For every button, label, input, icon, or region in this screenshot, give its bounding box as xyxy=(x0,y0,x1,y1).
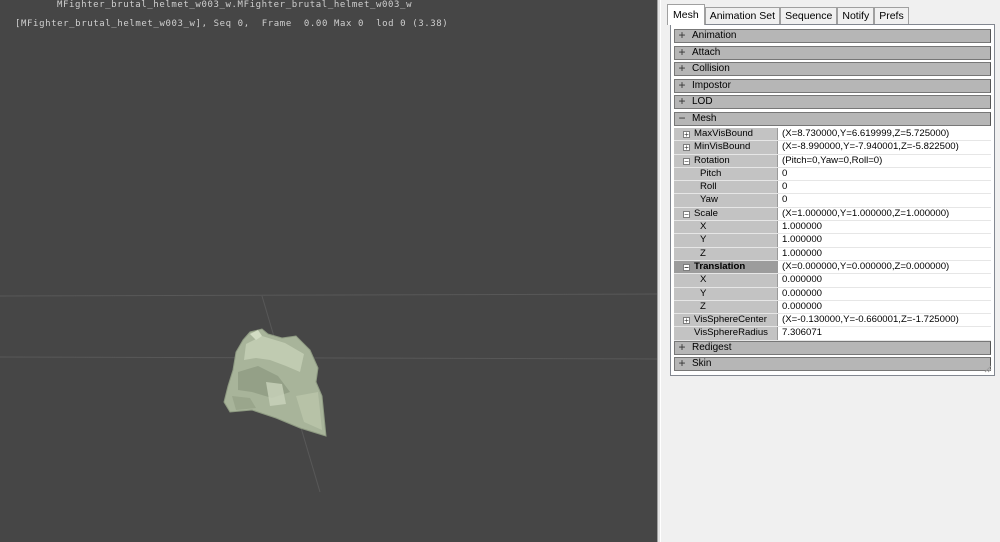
category-label: Animation xyxy=(692,30,737,41)
property-rotation-pitch[interactable]: Pitch 0 xyxy=(674,167,991,182)
property-value[interactable]: 0 xyxy=(782,194,787,207)
tab-sequence[interactable]: Sequence xyxy=(780,7,838,25)
sequence-info-overlay: [MFighter_brutal_helmet_w003_w], Seq 0, … xyxy=(15,19,449,29)
expand-plus-icon[interactable]: + xyxy=(677,357,687,369)
property-rotation-roll[interactable]: Roll 0 xyxy=(674,181,991,195)
category-label: Impostor xyxy=(692,79,731,91)
collapse-minus-icon[interactable]: − xyxy=(683,210,690,218)
category-mesh[interactable]: − Mesh xyxy=(674,111,991,126)
collapse-minus-icon[interactable]: − xyxy=(683,263,690,271)
property-vis-sphere-radius[interactable]: VisSphereRadius 7.306071 xyxy=(674,327,991,341)
property-min-vis-bound[interactable]: + MinVisBound (X=-8.990000,Y=-7.940001,Z… xyxy=(674,141,991,155)
property-name: MaxVisBound xyxy=(694,128,754,139)
tab-prefs[interactable]: Prefs xyxy=(874,7,909,25)
category-animation[interactable]: + Animation xyxy=(674,29,991,43)
expand-plus-icon[interactable]: + xyxy=(683,144,690,152)
property-name: Pitch xyxy=(700,167,722,179)
property-name: Translation xyxy=(694,260,746,272)
tab-notify[interactable]: Notify xyxy=(837,7,875,25)
category-lod[interactable]: + LOD xyxy=(674,95,991,109)
property-value[interactable]: (X=0.000000,Y=0.000000,Z=0.000000) xyxy=(782,261,949,274)
expand-plus-icon[interactable]: + xyxy=(677,46,687,58)
property-value[interactable]: 1.000000 xyxy=(782,234,822,247)
property-value[interactable]: 0.000000 xyxy=(782,288,822,301)
category-skin[interactable]: + Skin xyxy=(674,357,991,372)
expand-plus-icon[interactable]: + xyxy=(677,341,687,353)
grid-line-front xyxy=(0,356,657,360)
category-collision[interactable]: + Collision xyxy=(674,62,991,76)
property-value[interactable]: 0 xyxy=(782,181,787,194)
resize-grip-icon[interactable] xyxy=(984,365,992,373)
property-name: Roll xyxy=(700,181,717,193)
property-scale-y[interactable]: Y 1.000000 xyxy=(674,234,991,248)
property-translation-y[interactable]: Y 0.000000 xyxy=(674,287,991,301)
property-name: Z xyxy=(700,247,706,259)
property-grid[interactable]: + Animation + Attach + Collision + Impos… xyxy=(670,24,995,376)
property-scale[interactable]: − Scale (X=1.000000,Y=1.000000,Z=1.00000… xyxy=(674,207,991,222)
3d-viewport[interactable]: MFighter_brutal_helmet_w003_w.MFighter_b… xyxy=(0,0,657,542)
property-vis-sphere-center[interactable]: + VisSphereCenter (X=-0.130000,Y=-0.6600… xyxy=(674,314,991,328)
category-label: Skin xyxy=(692,358,712,370)
property-max-vis-bound[interactable]: + MaxVisBound (X=8.730000,Y=6.619999,Z=5… xyxy=(674,128,991,142)
category-redigest[interactable]: + Redigest xyxy=(674,340,991,355)
property-name: Y xyxy=(700,234,707,246)
property-scale-x[interactable]: X 1.000000 xyxy=(674,221,991,235)
property-value[interactable]: (X=1.000000,Y=1.000000,Z=1.000000) xyxy=(782,208,949,221)
tab-animation-set[interactable]: Animation Set xyxy=(704,7,781,25)
expand-plus-icon[interactable]: + xyxy=(683,131,690,139)
expand-plus-icon[interactable]: + xyxy=(677,79,687,91)
tab-strip: Mesh Animation Set Sequence Notify Prefs xyxy=(667,4,909,25)
collapse-minus-icon[interactable]: − xyxy=(677,112,687,124)
property-value[interactable]: (X=-0.130000,Y=-0.660001,Z=-1.725000) xyxy=(782,314,959,327)
property-value[interactable]: 1.000000 xyxy=(782,221,822,234)
property-name: Rotation xyxy=(694,154,730,166)
category-label: Mesh xyxy=(692,112,717,124)
property-translation[interactable]: − Translation (X=0.000000,Y=0.000000,Z=0… xyxy=(674,260,991,275)
property-name: Y xyxy=(700,287,707,299)
property-value[interactable]: 0.000000 xyxy=(782,274,822,287)
property-rotation-yaw[interactable]: Yaw 0 xyxy=(674,194,991,208)
expand-plus-icon[interactable]: + xyxy=(677,62,687,74)
property-panel: Mesh Animation Set Sequence Notify Prefs… xyxy=(661,0,1000,542)
expand-plus-icon[interactable]: + xyxy=(683,317,690,325)
property-value[interactable]: 1.000000 xyxy=(782,248,822,261)
property-value[interactable]: 0.000000 xyxy=(782,301,822,314)
property-value[interactable]: (X=8.730000,Y=6.619999,Z=5.725000) xyxy=(782,128,949,141)
property-translation-z[interactable]: Z 0.000000 xyxy=(674,300,991,315)
property-value[interactable]: (X=-8.990000,Y=-7.940001,Z=-5.822500) xyxy=(782,141,959,154)
collapse-minus-icon[interactable]: − xyxy=(683,157,690,165)
property-name: VisSphereRadius xyxy=(694,327,768,339)
property-name: Z xyxy=(700,300,706,312)
category-impostor[interactable]: + Impostor xyxy=(674,78,991,93)
property-value[interactable]: 7.306071 xyxy=(782,327,822,340)
grid-line-back xyxy=(0,293,657,297)
property-translation-x[interactable]: X 0.000000 xyxy=(674,274,991,288)
property-value[interactable]: 0 xyxy=(782,168,787,181)
category-label: Redigest xyxy=(692,341,732,353)
property-name: Scale xyxy=(694,207,718,219)
property-name: MinVisBound xyxy=(694,141,751,153)
viewport-grid xyxy=(0,293,657,493)
property-value[interactable]: (Pitch=0,Yaw=0,Roll=0) xyxy=(782,155,882,168)
category-label: Attach xyxy=(692,46,721,58)
property-name: X xyxy=(700,221,707,233)
property-name: VisSphereCenter xyxy=(694,314,767,326)
tab-mesh[interactable]: Mesh xyxy=(667,4,705,25)
property-name: Yaw xyxy=(700,194,718,206)
category-label: LOD xyxy=(692,96,713,107)
property-rotation[interactable]: − Rotation (Pitch=0,Yaw=0,Roll=0) xyxy=(674,154,991,168)
expand-plus-icon[interactable]: + xyxy=(677,95,687,107)
property-name: X xyxy=(700,274,707,286)
helmet-mesh[interactable] xyxy=(223,328,327,437)
category-attach[interactable]: + Attach xyxy=(674,45,991,60)
mesh-name-overlay: MFighter_brutal_helmet_w003_w.MFighter_b… xyxy=(57,0,413,10)
category-label: Collision xyxy=(692,63,730,74)
property-scale-z[interactable]: Z 1.000000 xyxy=(674,247,991,261)
expand-plus-icon[interactable]: + xyxy=(677,29,687,41)
